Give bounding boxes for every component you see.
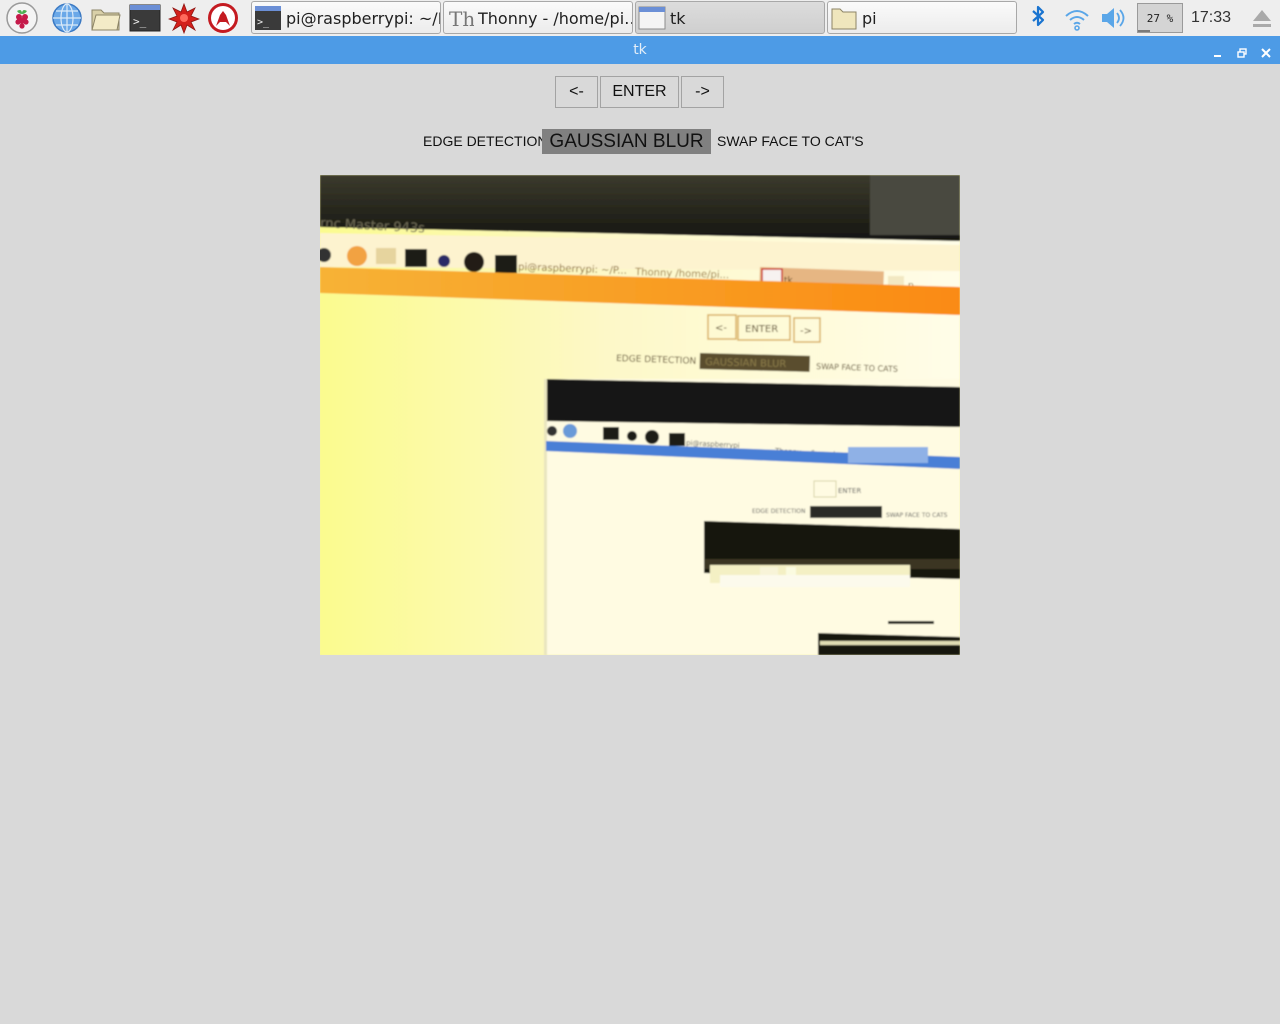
- nested-mode-edge: EDGE DETECTION: [752, 508, 805, 515]
- cpu-usage-value: 27 %: [1146, 12, 1174, 25]
- camera-feed: rnc Master 943s pi@raspberrypi: ~/P... T…: [320, 175, 960, 655]
- previous-button[interactable]: <-: [555, 76, 598, 108]
- folder-icon: [830, 5, 858, 33]
- enter-button[interactable]: ENTER: [600, 76, 679, 108]
- captured-next-button: ->: [800, 326, 812, 337]
- cpu-usage-monitor[interactable]: 27 %: [1137, 3, 1183, 33]
- next-button[interactable]: ->: [681, 76, 724, 108]
- mode-gaussian-blur-selected[interactable]: GAUSSIAN BLUR: [542, 129, 711, 154]
- taskbar: >_ >_ pi@raspberrypi: ~/P… Th: [0, 0, 1280, 36]
- taskbar-task-tk[interactable]: tk: [635, 1, 825, 34]
- clock[interactable]: 17:33: [1191, 9, 1231, 27]
- svg-text:>_: >_: [133, 15, 147, 28]
- task-label: pi: [862, 9, 877, 28]
- thonny-icon: Th: [446, 5, 475, 33]
- cpu-usage-bar: [1138, 30, 1150, 32]
- web-browser-icon[interactable]: [51, 2, 83, 34]
- window-titlebar[interactable]: tk: [0, 36, 1280, 64]
- task-label: Thonny - /home/pi…: [478, 9, 633, 28]
- task-label: tk: [670, 9, 686, 28]
- captured-enter-button: ENTER: [745, 324, 778, 335]
- task-label: pi@raspberrypi: ~/P…: [286, 9, 440, 28]
- terminal-icon[interactable]: >_: [129, 2, 161, 34]
- nested-mode-swap: SWAP FACE TO CATS: [886, 512, 948, 519]
- close-icon[interactable]: [1260, 44, 1272, 58]
- window-title: tk: [633, 42, 647, 58]
- volume-icon[interactable]: [1099, 2, 1129, 38]
- taskbar-task-terminal[interactable]: >_ pi@raspberrypi: ~/P…: [251, 1, 441, 34]
- svg-text:>_: >_: [257, 17, 270, 28]
- mathematica-icon[interactable]: [168, 2, 200, 34]
- wifi-icon[interactable]: [1062, 2, 1092, 38]
- taskbar-task-thonny[interactable]: Th Thonny - /home/pi…: [443, 1, 633, 34]
- mode-edge-detection[interactable]: EDGE DETECTION: [423, 133, 547, 149]
- captured-mode-blur: GAUSSIAN BLUR: [705, 357, 787, 370]
- captured-prev-button: <-: [715, 323, 727, 334]
- bluetooth-icon[interactable]: [1026, 2, 1050, 38]
- tk-window-icon: [638, 5, 666, 33]
- nested-enter-button: ENTER: [838, 487, 861, 495]
- file-manager-icon[interactable]: [90, 2, 122, 34]
- terminal-icon: >_: [254, 5, 282, 33]
- svg-text:Th: Th: [449, 7, 474, 31]
- taskbar-task-pi-folder[interactable]: pi: [827, 1, 1017, 34]
- wolfram-icon[interactable]: [207, 2, 239, 34]
- minimize-icon[interactable]: [1212, 44, 1224, 57]
- eject-icon[interactable]: [1250, 2, 1274, 38]
- maximize-icon[interactable]: [1236, 44, 1248, 58]
- raspberry-menu-icon[interactable]: [6, 2, 38, 34]
- mode-swap-face-to-cats[interactable]: SWAP FACE TO CAT'S: [717, 133, 864, 149]
